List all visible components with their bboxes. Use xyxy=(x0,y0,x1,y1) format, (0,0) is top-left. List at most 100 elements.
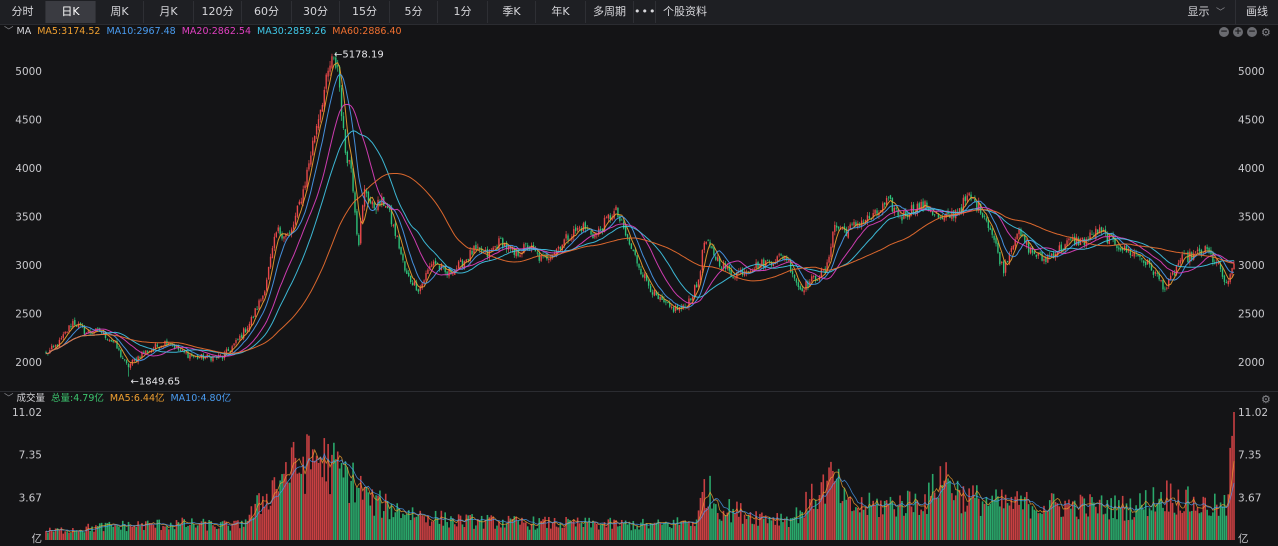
candle xyxy=(296,205,299,217)
ma-line-60 xyxy=(45,173,1235,355)
period-button-5[interactable]: 60分 xyxy=(242,1,292,23)
stock-info-button[interactable]: 个股资料 xyxy=(656,1,714,23)
draw-line-button[interactable]: 画线 xyxy=(1235,0,1278,24)
volume-bar xyxy=(707,506,709,540)
period-button-8[interactable]: 5分 xyxy=(390,1,438,23)
volume-title[interactable]: 成交量 xyxy=(17,392,46,406)
candle xyxy=(649,285,652,293)
volume-bar xyxy=(874,505,876,540)
volume-bar xyxy=(588,517,590,540)
volume-bar xyxy=(881,514,884,540)
candle xyxy=(665,301,667,303)
volume-bar xyxy=(125,531,128,540)
volume-chart[interactable]: 11.02 11.02 7.35 7.35 3.67 3.67 亿 亿 xyxy=(0,406,1278,546)
volume-bar xyxy=(851,511,853,540)
volume-bar xyxy=(536,528,539,540)
price-chart[interactable]: 5000 5000 4500 4500 4000 4000 3500 3500 3000 3000… xyxy=(0,39,1278,391)
volume-bar xyxy=(1142,509,1145,540)
candle xyxy=(385,205,387,208)
volume-bar xyxy=(920,509,922,540)
gear-icon[interactable]: ⚙ xyxy=(1261,27,1272,38)
volume-bar xyxy=(557,527,560,540)
volume-bar xyxy=(373,515,375,540)
period-button-7[interactable]: 15分 xyxy=(340,1,390,23)
volume-bar xyxy=(843,488,846,540)
high-annotation: ←5178.19 xyxy=(334,50,384,61)
period-button-9[interactable]: 1分 xyxy=(438,1,488,23)
volume-bar xyxy=(321,477,324,540)
volume-bar xyxy=(782,522,784,540)
candle xyxy=(837,226,840,229)
volume-bar xyxy=(440,510,443,540)
minimize-icon[interactable]: − xyxy=(1219,27,1229,37)
volume-bar xyxy=(75,530,78,540)
candle xyxy=(139,356,141,359)
period-button-12[interactable]: 多周期 xyxy=(586,1,634,23)
candle xyxy=(868,216,871,219)
volume-bar xyxy=(1221,506,1224,540)
volume-bar xyxy=(1150,510,1153,540)
candle xyxy=(983,215,986,217)
candle xyxy=(477,246,479,248)
period-button-3[interactable]: 月K xyxy=(144,1,194,23)
volume-bar xyxy=(772,517,775,540)
candle xyxy=(697,279,700,287)
candle xyxy=(494,246,496,248)
candle xyxy=(394,223,396,236)
candle xyxy=(659,296,661,300)
candle xyxy=(123,359,126,361)
candle xyxy=(233,343,235,346)
candle xyxy=(1194,251,1197,253)
indicator-name[interactable]: MA xyxy=(17,25,32,39)
volume-bar xyxy=(1135,505,1137,540)
period-button-10[interactable]: 季K xyxy=(488,1,536,23)
volume-bar xyxy=(551,522,554,540)
volume-bar xyxy=(1093,502,1095,540)
zoom-out-icon[interactable]: − xyxy=(1247,27,1257,37)
period-button-0[interactable]: 分时 xyxy=(0,1,46,23)
display-menu-button[interactable]: 显示 ﹀ xyxy=(1177,0,1235,24)
chevron-down-icon[interactable]: ﹀ xyxy=(4,392,14,406)
volume-bar xyxy=(718,519,721,540)
volume-bar xyxy=(406,514,408,540)
candle xyxy=(836,225,838,228)
candle xyxy=(576,227,579,231)
volume-bar xyxy=(501,519,504,540)
candle xyxy=(250,317,253,325)
volume-bar xyxy=(202,518,205,540)
period-button-6[interactable]: 30分 xyxy=(292,1,340,23)
volume-bar xyxy=(880,500,882,540)
volume-bar xyxy=(703,479,706,540)
volume-bar xyxy=(530,523,533,540)
y-tick-label: 4500 xyxy=(15,115,42,127)
candle xyxy=(778,254,780,256)
candle xyxy=(985,218,988,221)
candle xyxy=(492,247,494,251)
period-button-11[interactable]: 年K xyxy=(536,1,586,23)
candle xyxy=(452,274,454,276)
volume-bar xyxy=(1037,513,1040,540)
volume-bar xyxy=(171,525,174,540)
volume-bar xyxy=(1181,512,1183,540)
volume-bar xyxy=(279,480,281,540)
period-button-2[interactable]: 周K xyxy=(96,1,144,23)
candle xyxy=(308,163,310,170)
volume-bar xyxy=(1194,510,1197,540)
volume-bar xyxy=(1137,508,1139,540)
volume-bar xyxy=(960,513,963,540)
period-button-4[interactable]: 120分 xyxy=(194,1,242,23)
volume-bar xyxy=(181,517,184,540)
volume-bar xyxy=(475,525,477,540)
volume-bar xyxy=(891,501,894,540)
volume-bar xyxy=(473,528,475,540)
gear-icon[interactable]: ⚙ xyxy=(1261,394,1272,405)
period-button-1[interactable]: 日K xyxy=(46,1,96,23)
chevron-down-icon[interactable]: ﹀ xyxy=(4,25,14,39)
period-toolbar: 分时 日K 周K 月K 120分 60分 30分 15分 5分 1分 季K 年K 多周期 ••• 个股资… xyxy=(0,0,1278,25)
candle xyxy=(241,334,243,338)
zoom-in-icon[interactable]: + xyxy=(1233,27,1243,37)
volume-bar xyxy=(1177,489,1180,540)
more-icon[interactable]: ••• xyxy=(634,1,656,23)
candle xyxy=(315,126,318,135)
candle xyxy=(350,160,352,169)
